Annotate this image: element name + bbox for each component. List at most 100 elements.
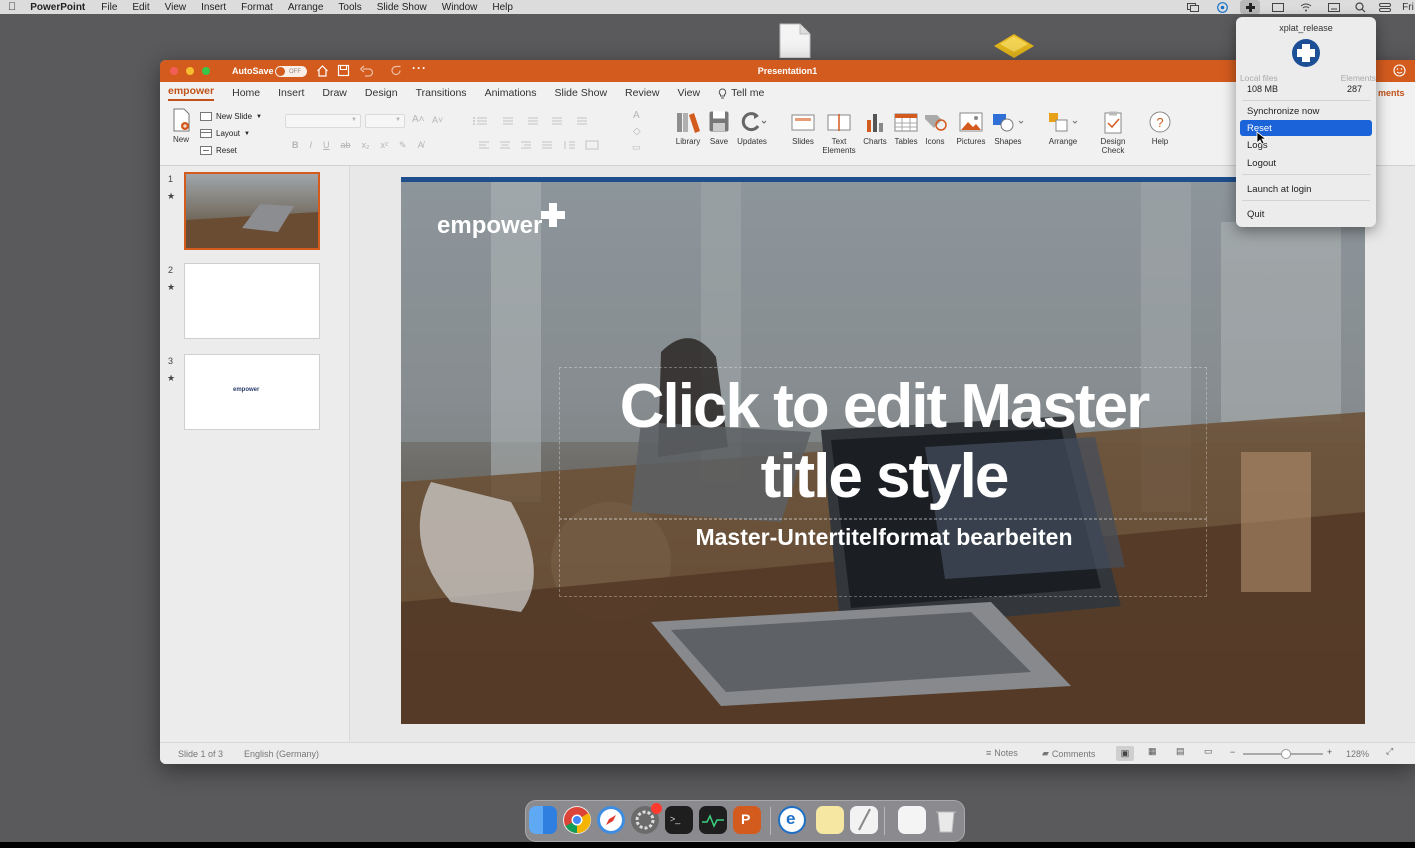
new-slide-button[interactable]: New Slide ▼ xyxy=(200,112,262,121)
reading-view-button[interactable]: ▤ xyxy=(1176,746,1185,757)
menu-slide-show[interactable]: Slide Show xyxy=(377,2,427,13)
tab-empower[interactable]: empower xyxy=(168,85,215,101)
chrome-icon[interactable] xyxy=(563,806,591,834)
strikethrough-icon[interactable]: ab xyxy=(341,140,351,151)
tab-review[interactable]: Review xyxy=(625,87,659,99)
icons-button[interactable]: Icons xyxy=(922,110,948,146)
zoom-slider[interactable] xyxy=(1243,749,1323,759)
slide-thumbnail-1[interactable] xyxy=(184,172,320,250)
menu-file[interactable]: File xyxy=(101,2,117,13)
italic-icon[interactable]: I xyxy=(310,140,313,151)
menu-help[interactable]: Help xyxy=(492,2,513,13)
notes-button[interactable]: ≡ Notes xyxy=(986,748,1018,758)
terminal-icon[interactable]: >_ xyxy=(665,806,693,834)
downloads-stack-icon[interactable] xyxy=(898,806,926,834)
minimize-window-button[interactable] xyxy=(186,67,194,75)
empower-dock-icon[interactable]: e xyxy=(778,806,806,834)
increase-indent-icon[interactable] xyxy=(548,116,562,126)
keyboard-icon[interactable] xyxy=(1326,0,1342,14)
layout-button[interactable]: Layout ▼ xyxy=(200,129,250,138)
menu-edit[interactable]: Edit xyxy=(132,2,149,13)
trash-icon[interactable] xyxy=(932,806,960,834)
zoom-level[interactable]: 128% xyxy=(1346,749,1369,759)
grow-font-icon[interactable]: A˄ xyxy=(412,114,425,125)
tab-animations[interactable]: Animations xyxy=(485,87,537,99)
menu-item-launch-at-login[interactable]: Launch at login xyxy=(1240,181,1372,197)
spotlight-search-icon[interactable] xyxy=(1352,0,1368,14)
library-button[interactable]: Library xyxy=(673,110,703,146)
decrease-indent-icon[interactable] xyxy=(524,116,538,126)
subtitle-placeholder[interactable]: Master-Untertitelformat bearbeiten xyxy=(559,519,1207,597)
shape-outline-icon[interactable]: ▭ xyxy=(632,142,641,153)
save-button[interactable]: Save xyxy=(707,110,731,146)
menu-item-logout[interactable]: Logout xyxy=(1240,155,1372,171)
new-button[interactable]: New xyxy=(170,108,192,144)
menu-window[interactable]: Window xyxy=(442,2,478,13)
menu-app-name[interactable]: PowerPoint xyxy=(30,2,85,13)
tab-insert[interactable]: Insert xyxy=(278,87,304,99)
notes-app-icon[interactable] xyxy=(816,806,844,834)
slide-thumbnail-3[interactable]: empower xyxy=(184,354,320,430)
reset-button[interactable]: Reset xyxy=(200,146,237,155)
superscript-icon[interactable]: x² xyxy=(381,140,389,151)
slide-show-button[interactable]: ▭ xyxy=(1204,746,1213,757)
system-settings-icon[interactable] xyxy=(631,803,662,834)
bold-icon[interactable]: B xyxy=(292,140,299,151)
justify-icon[interactable] xyxy=(541,140,553,150)
powerpoint-icon[interactable]: P xyxy=(733,806,761,834)
line-spacing-icon[interactable] xyxy=(572,116,588,126)
control-center-icon[interactable] xyxy=(1377,0,1393,14)
slide-thumbnail-2[interactable] xyxy=(184,263,320,339)
activity-monitor-icon[interactable] xyxy=(699,806,727,834)
autosave-toggle[interactable]: OFF xyxy=(275,66,307,77)
subscript-icon[interactable]: x₂ xyxy=(362,140,370,151)
undo-icon[interactable] xyxy=(359,64,377,79)
bullets-icon[interactable] xyxy=(472,116,488,126)
fit-to-window-icon[interactable]: ⤢ xyxy=(1386,746,1393,757)
menu-format[interactable]: Format xyxy=(241,2,273,13)
slide-sorter-button[interactable]: ▦ xyxy=(1148,746,1157,757)
tab-design[interactable]: Design xyxy=(365,87,398,99)
safari-icon[interactable] xyxy=(597,806,625,834)
slide-canvas[interactable]: empower Click to edit Master title style… xyxy=(401,182,1365,724)
arrange-button[interactable]: Arrange xyxy=(1044,110,1082,146)
save-icon[interactable] xyxy=(337,64,350,79)
zoom-out-button[interactable]: − xyxy=(1230,747,1235,757)
slides-button[interactable]: Slides xyxy=(788,110,818,146)
tell-me-search[interactable]: Tell me xyxy=(718,87,764,99)
comments-tab-fragment[interactable]: ments xyxy=(1378,88,1405,98)
tab-draw[interactable]: Draw xyxy=(322,87,347,99)
window-icon[interactable] xyxy=(1270,0,1286,14)
zoom-in-button[interactable]: + xyxy=(1327,747,1332,757)
charts-button[interactable]: Charts xyxy=(860,110,890,146)
clock[interactable]: Fri xyxy=(1401,0,1415,14)
align-left-icon[interactable] xyxy=(478,140,490,150)
language-indicator[interactable]: English (Germany) xyxy=(244,749,319,759)
highlight-icon[interactable]: ✎ xyxy=(399,140,407,151)
title-placeholder[interactable]: Click to edit Master title style xyxy=(559,367,1207,519)
wifi-icon[interactable] xyxy=(1298,0,1314,14)
more-icon[interactable]: ··· xyxy=(412,61,427,75)
numbering-icon[interactable] xyxy=(498,116,514,126)
extension-icon[interactable] xyxy=(1214,0,1230,14)
close-window-button[interactable] xyxy=(170,67,178,75)
finder-icon[interactable] xyxy=(529,806,557,834)
underline-icon[interactable]: U xyxy=(323,140,330,151)
menu-insert[interactable]: Insert xyxy=(201,2,226,13)
tab-home[interactable]: Home xyxy=(232,87,260,99)
home-icon[interactable] xyxy=(316,64,329,79)
shrink-font-icon[interactable]: A˅ xyxy=(432,115,443,125)
desktop-document-icon[interactable] xyxy=(777,22,813,59)
tab-slide-show[interactable]: Slide Show xyxy=(555,87,608,99)
tables-button[interactable]: Tables xyxy=(892,110,920,146)
text-color-icon[interactable]: A xyxy=(633,110,640,121)
apple-icon[interactable]:  xyxy=(8,1,16,13)
tab-view[interactable]: View xyxy=(677,87,700,99)
menu-tools[interactable]: Tools xyxy=(338,2,361,13)
script-editor-icon[interactable] xyxy=(850,806,878,834)
updates-button[interactable]: Updates xyxy=(734,110,770,146)
font-size-box[interactable]: ▼ xyxy=(365,114,405,128)
zoom-window-button[interactable] xyxy=(202,67,210,75)
sync-app-tray-icon[interactable] xyxy=(1240,0,1260,14)
design-check-button[interactable]: Design Check xyxy=(1097,110,1129,155)
